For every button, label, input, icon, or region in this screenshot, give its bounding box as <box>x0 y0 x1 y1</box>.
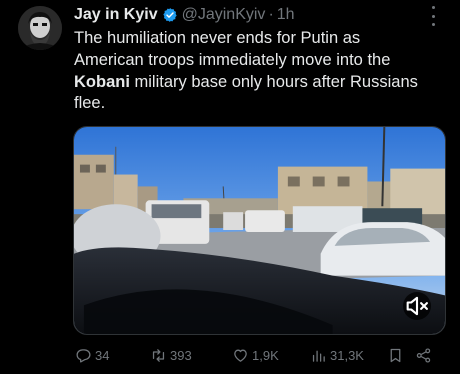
action-bar: 34 393 1,9K 31,3K <box>73 344 446 366</box>
verified-badge-icon <box>162 7 178 23</box>
share-icon <box>416 347 431 363</box>
hashtag-bold-text: Kobani <box>74 72 130 91</box>
more-options-icon[interactable] <box>424 6 442 26</box>
heart-icon <box>234 349 247 362</box>
avatar[interactable] <box>18 6 62 50</box>
reply-button[interactable]: 34 <box>75 344 109 366</box>
like-count: 1,9K <box>252 347 279 363</box>
retweet-count: 393 <box>170 347 192 363</box>
video-player[interactable] <box>73 126 446 335</box>
share-button[interactable] <box>415 344 435 366</box>
author-handle[interactable]: @JayinKyiv <box>182 6 266 24</box>
tweet-text-line: Kobani military base only hours after Ru… <box>74 72 450 94</box>
volume-muted-icon[interactable] <box>403 292 431 320</box>
tweet-header: Jay in Kyiv @JayinKyiv · 1h <box>74 4 420 26</box>
like-button[interactable]: 1,9K <box>232 344 279 366</box>
views-button[interactable]: 31,3K <box>310 344 364 366</box>
bookmark-button[interactable] <box>387 344 407 366</box>
tweet-text: The humiliation never ends for Putin as … <box>74 28 450 115</box>
tweet-text-line: flee. <box>74 94 106 113</box>
tweet-timestamp[interactable]: 1h <box>277 6 295 24</box>
views-count: 31,3K <box>330 347 364 363</box>
tweet-text-line: The humiliation never ends for Putin as <box>74 29 361 47</box>
author-name[interactable]: Jay in Kyiv <box>74 6 158 24</box>
retweet-button[interactable]: 393 <box>150 344 192 366</box>
tweet-text-segment: military base only hours after Russians <box>129 72 418 91</box>
views-bar-chart-icon <box>312 350 325 362</box>
tweet-text-line: American troops immediately move into th… <box>74 50 391 69</box>
separator-dot: · <box>268 6 274 23</box>
retweet-icon <box>152 348 165 362</box>
bookmark-icon <box>390 348 401 362</box>
video-frame <box>74 127 445 334</box>
reply-count: 34 <box>95 347 110 363</box>
reply-icon <box>76 348 91 363</box>
